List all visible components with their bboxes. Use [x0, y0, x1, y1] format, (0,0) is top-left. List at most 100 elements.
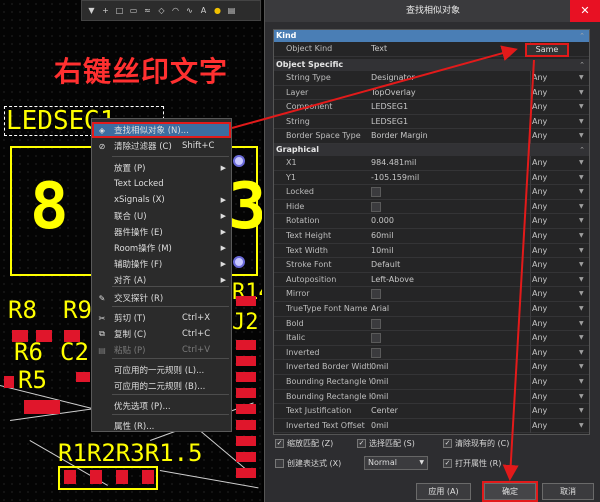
property-value[interactable]: LEDSEG1	[371, 102, 408, 111]
sig-icon[interactable]: ∿	[184, 6, 195, 15]
property-value[interactable]: Designator	[371, 73, 415, 82]
match-select[interactable]: Any	[532, 231, 547, 240]
filter-icon[interactable]: ▼	[86, 6, 97, 15]
property-value[interactable]: 10mil	[371, 246, 393, 255]
close-button[interactable]: ✕	[570, 0, 600, 22]
menu-item[interactable]: ✎ 交叉探针 (R)	[92, 290, 231, 306]
match-select[interactable]: Any	[532, 348, 547, 357]
property-value[interactable]: Default	[371, 260, 400, 269]
zoom-matching-option[interactable]: ✓ 缩放匹配 (Z)	[275, 438, 333, 449]
checkbox-icon[interactable]: ✓	[275, 439, 284, 448]
match-select[interactable]: Any	[532, 73, 547, 82]
property-value[interactable]: TopOverlay	[371, 88, 416, 97]
property-value[interactable]: Text	[371, 44, 387, 53]
checkbox-icon[interactable]: ✓	[443, 459, 452, 468]
match-select[interactable]: Any	[532, 158, 547, 167]
menu-item[interactable]: 属性 (R)...	[92, 418, 231, 434]
checkbox-icon[interactable]: ✓	[443, 439, 452, 448]
property-checkbox[interactable]	[371, 347, 381, 358]
property-checkbox[interactable]	[371, 201, 381, 212]
pad-icon[interactable]: ▭	[128, 6, 139, 15]
match-select[interactable]: Any	[532, 216, 547, 225]
property-value[interactable]: 0mil	[371, 377, 388, 386]
apply-button[interactable]: 应用 (A)	[416, 483, 471, 500]
match-select[interactable]: Any	[532, 117, 547, 126]
menu-item[interactable]: ◈ 查找相似对象 (N)...	[92, 122, 231, 138]
menu-item[interactable]: Room操作 (M) ▶	[92, 240, 231, 256]
pcb-canvas[interactable]: LEDSEG1 8 3 R8 R9 R6 C2 R5 R14 J2 R1R2R3…	[0, 0, 262, 502]
menu-item[interactable]: ⧉ 复制 (C) Ctrl+C	[92, 326, 231, 342]
property-value[interactable]: LEDSEG1	[371, 117, 408, 126]
via-icon[interactable]: ◇	[156, 6, 167, 15]
match-select[interactable]: Any	[532, 246, 547, 255]
property-checkbox[interactable]	[371, 333, 381, 344]
match-select[interactable]: Any	[532, 131, 547, 140]
menu-item[interactable]: 优先选项 (P)...	[92, 398, 231, 414]
match-select[interactable]: Any	[532, 275, 547, 284]
create-expression-option[interactable]: 创建表达式 (X)	[275, 458, 341, 469]
match-select[interactable]: Any	[532, 392, 547, 401]
property-value[interactable]: Center	[371, 406, 398, 415]
collapse-icon[interactable]: ⌃	[579, 144, 585, 156]
collapse-icon[interactable]: ⌃	[579, 59, 585, 71]
match-select[interactable]: Any	[532, 377, 547, 386]
checkbox-icon[interactable]	[275, 459, 284, 468]
section-header-graphical[interactable]: Graphical ⌃	[274, 144, 589, 156]
dot-icon[interactable]: ●	[212, 6, 223, 15]
match-select[interactable]: Any	[532, 187, 547, 196]
checkbox-icon[interactable]: ✓	[357, 439, 366, 448]
menu-item[interactable]: 联合 (U) ▶	[92, 208, 231, 224]
match-select[interactable]: Any	[532, 102, 547, 111]
menu-item[interactable]: xSignals (X) ▶	[92, 192, 231, 208]
mode-select[interactable]: Normal ▼	[364, 456, 428, 470]
settings-icon[interactable]: ▤	[226, 6, 237, 15]
select-matching-option[interactable]: ✓ 选择匹配 (S)	[357, 438, 415, 449]
property-value[interactable]: Border Margin	[371, 131, 428, 140]
section-header-object_specific[interactable]: Object Specific ⌃	[274, 59, 589, 71]
menu-item[interactable]: 可应用的二元规则 (B)...	[92, 378, 231, 394]
property-value[interactable]: 0mil	[371, 392, 388, 401]
clear-existing-option[interactable]: ✓ 清除现有的 (C)	[443, 438, 509, 449]
match-select[interactable]: Any	[532, 260, 547, 269]
match-select[interactable]: Any	[532, 202, 547, 211]
match-select[interactable]: Any	[532, 304, 547, 313]
section-header-kind[interactable]: Kind ⌃	[274, 30, 589, 42]
match-select[interactable]: Any	[532, 173, 547, 182]
menu-item[interactable]: 辅助操作 (F) ▶	[92, 256, 231, 272]
line-icon[interactable]: ≈	[142, 6, 153, 15]
match-select[interactable]: Any	[532, 88, 547, 97]
match-select[interactable]: Any	[532, 421, 547, 430]
rect-icon[interactable]: □	[114, 6, 125, 15]
menu-item[interactable]: 放置 (P) ▶	[92, 160, 231, 176]
match-select[interactable]: Any	[532, 319, 547, 328]
match-select[interactable]: Any	[532, 406, 547, 415]
property-value[interactable]: 984.481mil	[371, 158, 416, 167]
property-value[interactable]: 0.000	[371, 216, 394, 225]
menu-item[interactable]: Text Locked	[92, 176, 231, 192]
menu-item[interactable]: ✂ 剪切 (T) Ctrl+X	[92, 310, 231, 326]
property-value[interactable]: 60mil	[371, 231, 393, 240]
property-value[interactable]: 0mil	[371, 421, 388, 430]
property-checkbox[interactable]	[371, 318, 381, 329]
open-properties-option[interactable]: ✓ 打开属性 (R)	[443, 458, 501, 469]
collapse-icon[interactable]: ⌃	[579, 30, 585, 42]
menu-item[interactable]: 可应用的一元规则 (L)...	[92, 362, 231, 378]
property-value[interactable]: Left-Above	[371, 275, 414, 284]
menu-item[interactable]: 器件操作 (E) ▶	[92, 224, 231, 240]
property-checkbox[interactable]	[371, 187, 381, 198]
ok-button[interactable]: 确定	[482, 481, 538, 502]
arc-icon[interactable]: ◠	[170, 6, 181, 15]
match-select[interactable]: Any	[532, 362, 547, 371]
match-select[interactable]: Any	[532, 333, 547, 342]
match-select-same[interactable]: Same	[525, 43, 569, 57]
property-checkbox[interactable]	[371, 289, 381, 300]
route-icon[interactable]: +	[100, 6, 111, 15]
property-value[interactable]: 0mil	[371, 362, 388, 371]
cancel-button[interactable]: 取消	[542, 483, 594, 500]
property-value[interactable]: -105.159mil	[371, 173, 419, 182]
text-icon[interactable]: A	[198, 6, 209, 15]
menu-item[interactable]: ⊘ 清除过滤器 (C) Shift+C	[92, 138, 231, 154]
match-select[interactable]: Any	[532, 289, 547, 298]
property-value[interactable]: Arial	[371, 304, 389, 313]
menu-item[interactable]: ▤ 粘贴 (P) Ctrl+V	[92, 342, 231, 358]
